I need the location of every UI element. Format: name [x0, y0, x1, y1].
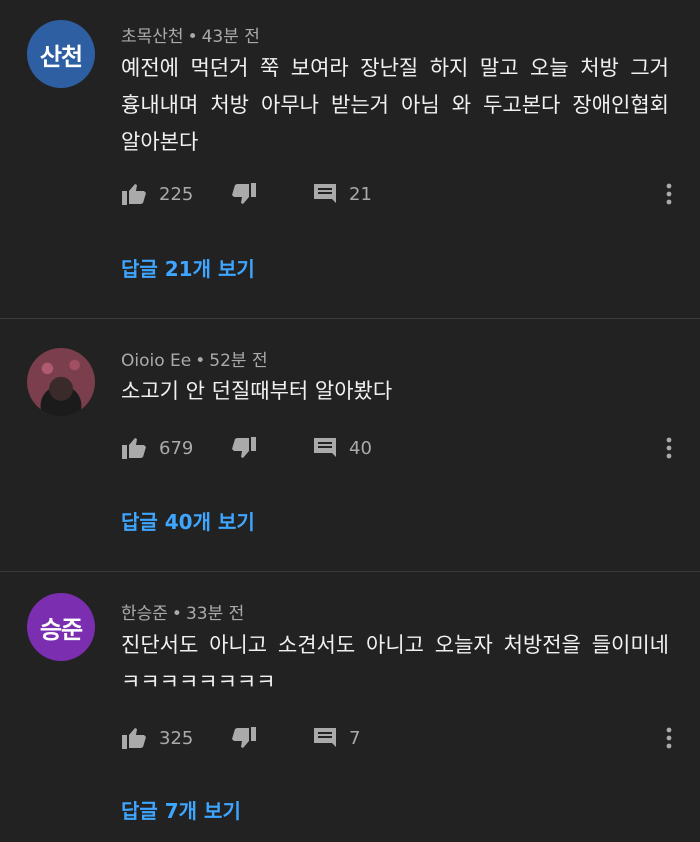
dislike-button[interactable] — [231, 726, 313, 750]
reply-button[interactable]: 7 — [313, 727, 513, 749]
thumbs-up-icon — [122, 438, 146, 459]
more-button[interactable] — [657, 182, 681, 206]
like-count: 225 — [159, 183, 194, 205]
thumbs-up-icon — [122, 184, 146, 205]
author-name[interactable]: 초목산천 — [121, 27, 184, 47]
comment-meta: 한승준 • 33분 전 — [121, 599, 244, 624]
meta-separator: • — [171, 604, 182, 624]
more-vert-icon — [666, 727, 672, 749]
view-replies-link[interactable]: 답글 21개 보기 — [121, 253, 255, 282]
like-count: 679 — [159, 437, 194, 459]
meta-separator: • — [187, 27, 198, 47]
comment-actions: 325 7 — [121, 723, 681, 753]
reply-button[interactable]: 40 — [313, 437, 513, 459]
thumbs-down-icon — [232, 437, 256, 458]
comment-time[interactable]: 52분 전 — [209, 351, 267, 371]
avatar-initials: 승준 — [39, 615, 83, 644]
comment-actions: 225 21 — [121, 179, 681, 209]
reply-icon — [314, 184, 336, 203]
view-replies-link[interactable]: 답글 40개 보기 — [121, 506, 255, 535]
reply-icon — [314, 438, 336, 457]
more-button[interactable] — [657, 436, 681, 460]
reply-count: 7 — [349, 727, 361, 749]
comment-text: 예전에 먹던거 쭉 보여라 장난질 하지 말고 오늘 처방 그거 흉내내며 처방… — [121, 56, 669, 154]
comment-item: Oioio Ee•52분 전 소고기 안 던질때부터 알아봤다 679 40 — [0, 319, 700, 571]
more-button[interactable] — [657, 726, 681, 750]
comment-item: 산천 초목산천 • 43분 전 예전에 먹던거 쭉 보여라 장난질 하지 말고 오늘… — [0, 0, 700, 318]
comment-actions: 679 40 — [121, 433, 681, 463]
more-vert-icon — [666, 183, 672, 205]
comment-meta: Oioio Ee • 52분 전 — [121, 346, 268, 371]
thumbs-down-icon — [232, 183, 256, 204]
avatar[interactable] — [27, 348, 95, 416]
dislike-button[interactable] — [231, 182, 313, 206]
meta-separator: • — [195, 351, 206, 371]
thumbs-up-icon — [122, 728, 146, 749]
thumbs-down-icon — [232, 727, 256, 748]
reply-button[interactable]: 21 — [313, 183, 513, 205]
avatar[interactable]: 산천 — [27, 20, 95, 88]
reply-count: 40 — [349, 437, 372, 459]
like-button[interactable]: 225 — [121, 182, 231, 206]
comment-text: 소고기 안 던질때부터 알아봤다 — [121, 379, 393, 403]
reply-count: 21 — [349, 183, 372, 205]
author-name[interactable]: Oioio Ee — [121, 351, 191, 371]
view-replies-link[interactable]: 답글 7개 보기 — [121, 795, 241, 824]
comment-meta: 초목산천 • 43분 전 — [121, 22, 260, 47]
avatar[interactable]: 승준 — [27, 593, 95, 661]
like-button[interactable]: 325 — [121, 726, 231, 750]
like-count: 325 — [159, 727, 194, 749]
like-button[interactable]: 679 — [121, 436, 231, 460]
dislike-button[interactable] — [231, 436, 313, 460]
comment-time[interactable]: 43분 전 — [202, 27, 260, 47]
comment-item: 승준 한승준 • 33분 전 진단서도 아니고 소견서도 아니고 오늘자 처방전을 … — [0, 572, 700, 842]
comment-time[interactable]: 33분 전 — [186, 604, 244, 624]
reply-icon — [314, 728, 336, 747]
comment-text: 진단서도 아니고 소견서도 아니고 오늘자 처방전을 들이미네 ㅋㅋㅋㅋㅋㅋㅋㅋ — [121, 633, 669, 694]
avatar-initials: 산천 — [39, 42, 83, 71]
more-vert-icon — [666, 437, 672, 459]
author-name[interactable]: 한승준 — [121, 604, 168, 624]
